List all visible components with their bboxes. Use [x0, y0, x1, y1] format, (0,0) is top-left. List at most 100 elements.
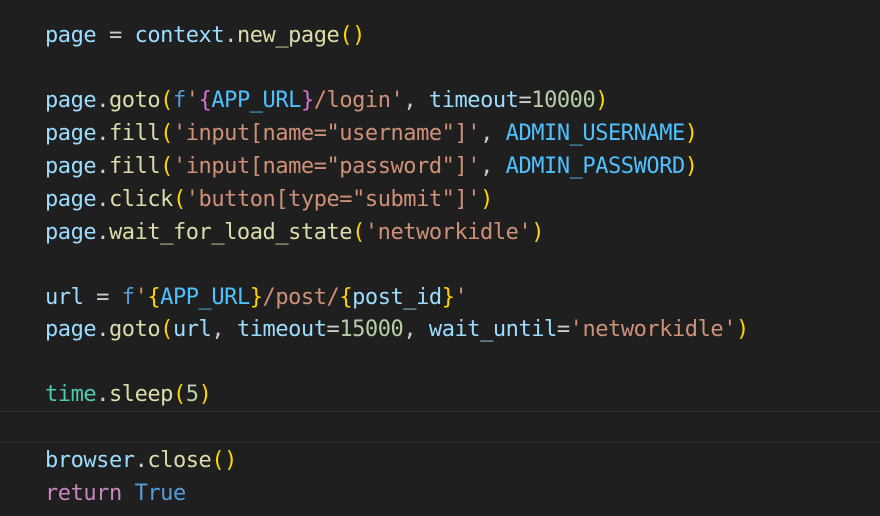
token-dot: .	[134, 448, 148, 473]
code-line-15[interactable]: return True	[45, 477, 186, 510]
token-separator: ,	[480, 154, 506, 179]
token-number: 5	[185, 382, 199, 407]
token-bracket: (	[160, 121, 173, 146]
token-variable: page	[45, 88, 97, 113]
code-line-9[interactable]: url = f'{APP_URL}/post/{post_id}'	[45, 281, 468, 314]
token-bracket: (	[211, 448, 225, 473]
token-bracket: {	[339, 285, 353, 310]
token-string: '	[390, 88, 404, 113]
token-module: time	[45, 382, 97, 407]
current-line-highlight	[0, 411, 880, 443]
code-line-6[interactable]: page.click('button[type="submit"]')	[45, 183, 493, 216]
token-variable: page	[45, 187, 97, 212]
token-bracket: )	[531, 220, 545, 245]
token-function: sleep	[108, 382, 173, 407]
code-line-3[interactable]: page.goto(f'{APP_URL}/login', timeout=10…	[45, 84, 609, 117]
token-function: fill	[108, 154, 161, 179]
token-operator: =	[96, 23, 135, 48]
token-dot: .	[96, 317, 109, 342]
token-bracket: (	[160, 154, 173, 179]
code-line-4[interactable]: page.fill('input[name="username"]', ADMI…	[45, 117, 698, 150]
code-editor[interactable]: page = context.new_page() page.goto(f'{A…	[0, 0, 880, 516]
token-string: 'input[name="password"]'	[172, 154, 481, 179]
token-dot: .	[96, 220, 109, 245]
token-dot: .	[96, 382, 109, 407]
code-line-12[interactable]: time.sleep(5)	[45, 378, 212, 411]
token-bracket: {	[147, 285, 161, 310]
token-bracket: (	[339, 23, 353, 48]
token-variable: post_id	[352, 285, 442, 310]
token-bracket: (	[172, 382, 186, 407]
token-string: '	[185, 88, 199, 113]
token-bracket: }	[249, 285, 263, 310]
token-operator: =	[556, 317, 570, 342]
token-dot: .	[96, 121, 109, 146]
token-function: close	[147, 448, 212, 473]
token-number: 10000	[531, 88, 596, 113]
code-line-7[interactable]: page.wait_for_load_state('networkidle')	[45, 216, 544, 249]
token-bracket: (	[160, 317, 173, 342]
token-string: /post/	[262, 285, 340, 310]
token-separator: ,	[403, 88, 429, 113]
token-bracket: )	[684, 121, 698, 146]
code-line-5[interactable]: page.fill('input[name="password"]', ADMI…	[45, 150, 698, 183]
token-dot: .	[224, 23, 237, 48]
token-string: 'networkidle'	[569, 317, 737, 342]
token-string: '	[454, 285, 468, 310]
token-separator: ,	[403, 317, 429, 342]
token-function: new_page	[236, 23, 340, 48]
token-fstring-prefix: f	[121, 285, 135, 310]
token-bracket: (	[352, 220, 365, 245]
token-separator: ,	[480, 121, 506, 146]
token-string: 'input[name="username"]'	[172, 121, 481, 146]
code-line-14[interactable]: browser.close()	[45, 444, 237, 477]
token-separator: ,	[211, 317, 237, 342]
token-bracket: {	[198, 88, 212, 113]
token-boolean: True	[134, 481, 187, 506]
token-fstring-prefix: f	[172, 88, 186, 113]
token-bracket: (	[160, 88, 173, 113]
token-dot: .	[96, 154, 109, 179]
token-constant: APP_URL	[211, 88, 301, 113]
token-function: goto	[108, 317, 161, 342]
token-constant: APP_URL	[160, 285, 250, 310]
code-line-1[interactable]: page = context.new_page()	[45, 19, 365, 52]
token-dot: .	[96, 88, 109, 113]
token-number: 15000	[339, 317, 404, 342]
token-variable: page	[45, 121, 97, 146]
token-variable: url	[45, 285, 84, 310]
token-operator: =	[83, 285, 122, 310]
token-bracket: )	[224, 448, 237, 473]
token-constant: ADMIN_PASSWORD	[505, 154, 686, 179]
token-bracket: )	[352, 23, 365, 48]
token-bracket: )	[480, 187, 493, 212]
token-variable: page	[45, 317, 97, 342]
token-operator: =	[326, 317, 340, 342]
token-constant: ADMIN_USERNAME	[505, 121, 686, 146]
token-bracket: }	[441, 285, 455, 310]
token-parameter: wait_until	[428, 317, 557, 342]
token-variable: page	[45, 154, 97, 179]
token-bracket: )	[736, 317, 749, 342]
token-bracket: }	[300, 88, 314, 113]
token-function: wait_for_load_state	[108, 220, 353, 245]
token-variable: url	[172, 317, 212, 342]
token-variable: context	[134, 23, 225, 48]
token-bracket: )	[595, 88, 609, 113]
token-keyword: return	[45, 481, 122, 506]
token-string: 'networkidle'	[364, 220, 532, 245]
token-bracket: )	[198, 382, 212, 407]
token-string: '	[134, 285, 148, 310]
token-bracket: )	[684, 154, 698, 179]
token-variable: page	[45, 220, 97, 245]
code-line-10[interactable]: page.goto(url, timeout=15000, wait_until…	[45, 313, 749, 346]
token-parameter: timeout	[236, 317, 327, 342]
token-variable: page	[45, 23, 97, 48]
token-function: goto	[108, 88, 161, 113]
token-dot: .	[96, 187, 109, 212]
token-function: click	[108, 187, 173, 212]
token-string: 'button[type="submit"]'	[185, 187, 481, 212]
token-bracket: (	[172, 187, 186, 212]
token-parameter: timeout	[428, 88, 519, 113]
